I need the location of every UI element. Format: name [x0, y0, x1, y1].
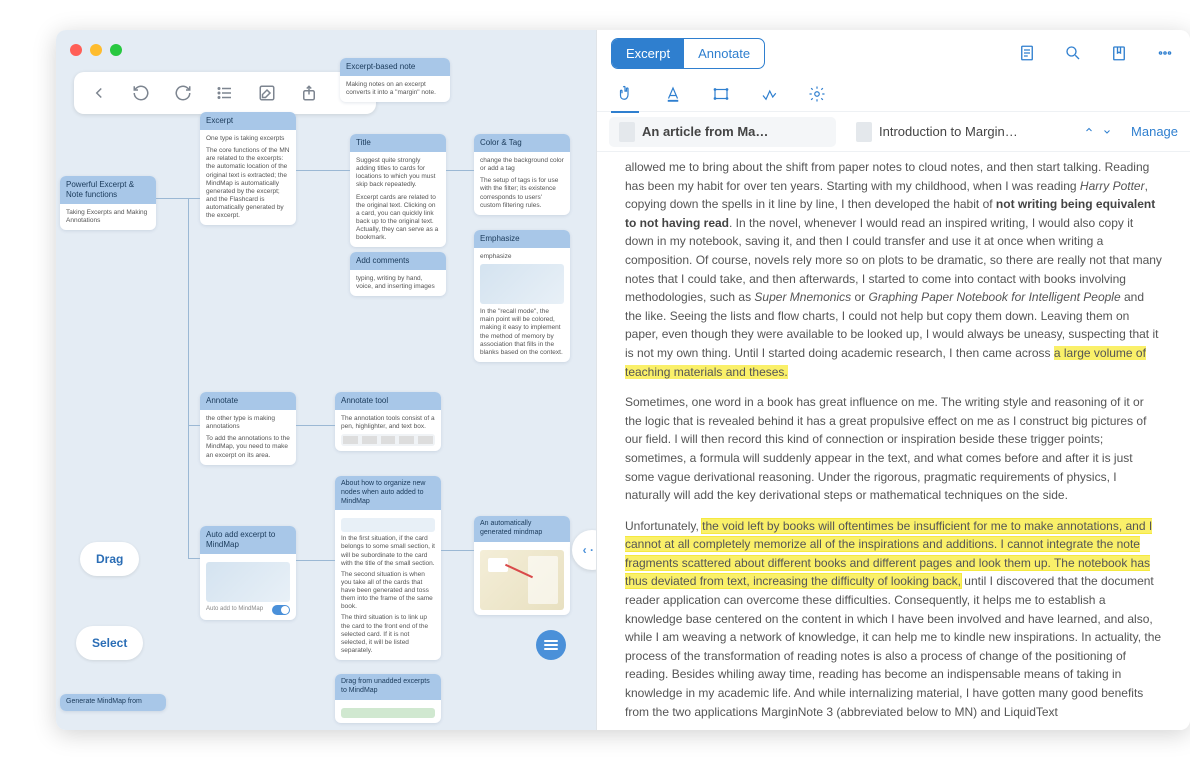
image-placeholder — [480, 264, 564, 304]
settings-icon[interactable] — [807, 84, 827, 104]
app-window: Powerful Excerpt & Note functions Taking… — [56, 30, 1190, 730]
node-organize[interactable]: About how to organize new nodes when aut… — [335, 476, 441, 660]
text-highlight-icon[interactable] — [663, 84, 683, 104]
node-title: Excerpt-based note — [340, 58, 450, 76]
menu-button[interactable] — [536, 630, 566, 660]
node-title: An automatically generated mindmap — [474, 516, 570, 542]
mindmap-thumbnail — [480, 550, 564, 610]
bookmark-icon[interactable] — [1108, 42, 1130, 64]
node-body: Taking Excerpts and Making Annotations — [60, 204, 156, 230]
tab-label: An article from Ma… — [642, 124, 768, 139]
node-body: the other type is making annotations To … — [200, 410, 296, 465]
node-body: Suggest quite strongly adding titles to … — [350, 152, 446, 247]
drag-button[interactable]: Drag — [80, 542, 139, 576]
tab-annotate[interactable]: Annotate — [684, 39, 764, 68]
node-title: Auto add excerpt to MindMap — [200, 526, 296, 554]
node-auto-add[interactable]: Auto add excerpt to MindMap Auto add to … — [200, 526, 296, 620]
search-icon[interactable] — [1062, 42, 1084, 64]
node-body — [335, 700, 441, 723]
node-title: About how to organize new nodes when aut… — [335, 476, 441, 510]
manage-button[interactable]: Manage — [1131, 124, 1178, 139]
document-icon — [619, 122, 635, 142]
node-excerpt-based[interactable]: Excerpt-based note Making notes on an ex… — [340, 58, 450, 102]
image-placeholder — [206, 562, 290, 602]
node-add-comments[interactable]: Add comments typing, writing by hand, vo… — [350, 252, 446, 296]
node-color-tag[interactable]: Color & Tag change the background color … — [474, 134, 570, 215]
article-content[interactable]: allowed me to bring about the shift from… — [597, 152, 1190, 730]
node-annotate-tool[interactable]: Annotate tool The annotation tools consi… — [335, 392, 441, 451]
paragraph: allowed me to bring about the shift from… — [625, 158, 1162, 381]
tab-label: Introduction to Margin… — [879, 124, 1018, 139]
reader-topbar: Excerpt Annotate — [597, 30, 1190, 76]
node-auto-generated[interactable]: An automatically generated mindmap — [474, 516, 570, 615]
select-button[interactable]: Select — [76, 626, 143, 660]
node-title: Emphasize — [474, 230, 570, 248]
node-body: The annotation tools consist of a pen, h… — [335, 410, 441, 451]
tab-switcher-down[interactable] — [1101, 126, 1113, 138]
mode-segmented: Excerpt Annotate — [611, 38, 765, 69]
thumbnail — [341, 708, 435, 718]
node-body: One type is taking excerpts The core fun… — [200, 130, 296, 225]
node-title: Excerpt — [200, 112, 296, 130]
node-body: In the first situation, if the card belo… — [335, 510, 441, 660]
lasso-icon[interactable] — [759, 84, 779, 104]
tab-switcher[interactable] — [1083, 126, 1095, 138]
tab-article-2[interactable]: Introduction to Margin… — [846, 117, 1073, 147]
reader-pane: Excerpt Annotate An article from Ma… Int… — [596, 30, 1190, 730]
tab-article-1[interactable]: An article from Ma… — [609, 117, 836, 147]
node-title: Annotate tool — [335, 392, 441, 410]
node-title: Color & Tag — [474, 134, 570, 152]
annotation-tools — [597, 76, 1190, 112]
tab-excerpt[interactable]: Excerpt — [612, 39, 684, 68]
node-title: Title — [350, 134, 446, 152]
hand-icon[interactable] — [615, 84, 635, 104]
nav-widget[interactable]: ‹ · › — [572, 530, 596, 570]
paragraph: Sometimes, one word in a book has great … — [625, 393, 1162, 505]
node-root[interactable]: Powerful Excerpt & Note functions Taking… — [60, 176, 156, 230]
node-title: Powerful Excerpt & Note functions — [60, 176, 156, 204]
mindmap-pane: Powerful Excerpt & Note functions Taking… — [56, 30, 596, 730]
toolbar-thumbnail — [341, 434, 435, 446]
node-annotate[interactable]: Annotate the other type is making annota… — [200, 392, 296, 465]
thumbnail — [341, 518, 435, 532]
toggle-icon — [272, 605, 290, 615]
node-generate-from[interactable]: Generate MindMap from — [60, 694, 166, 711]
document-icon — [856, 122, 872, 142]
node-title-card[interactable]: Title Suggest quite strongly adding titl… — [350, 134, 446, 247]
node-title: Generate MindMap from — [60, 694, 166, 711]
node-body: Auto add to MindMap — [200, 554, 296, 620]
document-tabs: An article from Ma… Introduction to Marg… — [597, 112, 1190, 152]
node-drag-unadded[interactable]: Drag from unadded excerpts to MindMap — [335, 674, 441, 723]
node-body: typing, writing by hand, voice, and inse… — [350, 270, 446, 296]
node-excerpt[interactable]: Excerpt One type is taking excerpts The … — [200, 112, 296, 225]
node-title: Annotate — [200, 392, 296, 410]
node-body — [474, 542, 570, 615]
document-icon[interactable] — [1016, 42, 1038, 64]
mindmap-canvas[interactable]: Powerful Excerpt & Note functions Taking… — [56, 30, 596, 730]
rectangle-icon[interactable] — [711, 84, 731, 104]
node-body: change the background color or add a tag… — [474, 152, 570, 215]
more-icon[interactable] — [1154, 42, 1176, 64]
paragraph: Unfortunately, the void left by books wi… — [625, 517, 1162, 722]
node-title: Drag from unadded excerpts to MindMap — [335, 674, 441, 700]
node-emphasize[interactable]: Emphasize emphasize In the "recall mode"… — [474, 230, 570, 362]
node-body: Making notes on an excerpt converts it i… — [340, 76, 450, 102]
node-body: emphasize In the "recall mode", the main… — [474, 248, 570, 362]
node-title: Add comments — [350, 252, 446, 270]
